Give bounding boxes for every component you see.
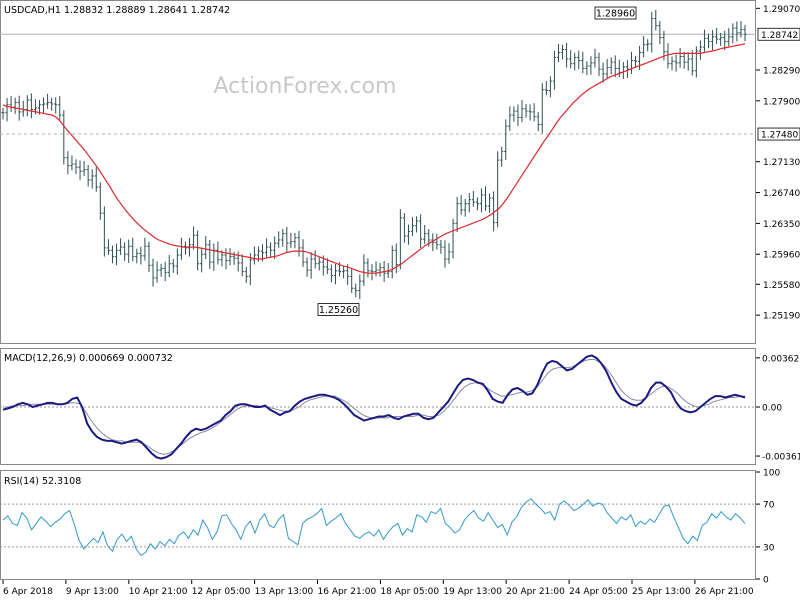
price-y-tick-label: 1.25580: [763, 281, 800, 291]
chart-canvas: ActionForex.com 1.28960 1.25260 1.29070 1.…: [0, 0, 800, 597]
price-y-tick-label: 1.27900: [763, 97, 800, 107]
rsi-y-tick-label: 30: [763, 543, 775, 553]
x-axis-tick-label: 12 Apr 05:00: [192, 587, 251, 597]
price-y-tick-label: 1.27130: [763, 158, 800, 168]
x-axis-tick-label: 9 Apr 13:00: [66, 587, 119, 597]
price-y-tick-label: 1.26350: [763, 220, 800, 230]
price-y-tick-label: 1.25190: [763, 312, 800, 322]
macd-y-tick-label: 0.003623: [762, 354, 800, 364]
x-axis-tick-label: 24 Apr 05:00: [569, 587, 628, 597]
chart-window: ActionForex.com 1.28960 1.25260 1.29070 1.…: [0, 0, 800, 600]
price-panel-header: USDCAD,H1 1.28832 1.28889 1.28641 1.2874…: [4, 5, 230, 16]
swing-low-label: 1.25260: [319, 305, 358, 316]
price-y-tick-label: 1.28290: [763, 67, 800, 77]
x-axis-tick-label: 25 Apr 13:00: [632, 587, 691, 597]
rsi-y-tick-label: 100: [763, 469, 780, 479]
price-y-tick-label: 1.29070: [763, 5, 800, 15]
macd-y-tick-label: -0.003614: [762, 453, 800, 463]
swing-high-label: 1.28960: [596, 9, 635, 20]
rsi-y-tick-label: 70: [763, 501, 775, 511]
price-y-tick-label: 1.25960: [763, 251, 800, 261]
price-panel-frame: [0, 0, 756, 344]
watermark-text: ActionForex.com: [214, 74, 397, 99]
price-label: 1.27480: [761, 131, 798, 141]
rsi-panel-header: RSI(14) 52.3108: [4, 476, 81, 487]
x-axis-tick-label: 16 Apr 21:00: [318, 587, 377, 597]
rsi-y-tick-label: 0: [763, 576, 769, 586]
price-y-tick-label: 1.26740: [763, 189, 800, 199]
x-axis-tick-label: 13 Apr 13:00: [255, 587, 314, 597]
x-axis-tick-label: 20 Apr 21:00: [506, 587, 565, 597]
rsi-panel-frame: [0, 470, 756, 580]
x-axis-tick-label: 10 Apr 21:00: [129, 587, 188, 597]
macd-y-tick-label: 0.00: [762, 404, 782, 414]
x-axis-tick-label: 18 Apr 05:00: [380, 587, 439, 597]
price-label: 1.28742: [761, 31, 798, 41]
macd-panel-header: MACD(12,26,9) 0.000669 0.000732: [4, 353, 173, 364]
x-axis-tick-label: 6 Apr 2018: [3, 587, 53, 597]
x-axis-tick-label: 19 Apr 13:00: [443, 587, 502, 597]
x-axis-tick-label: 26 Apr 21:00: [695, 587, 754, 597]
